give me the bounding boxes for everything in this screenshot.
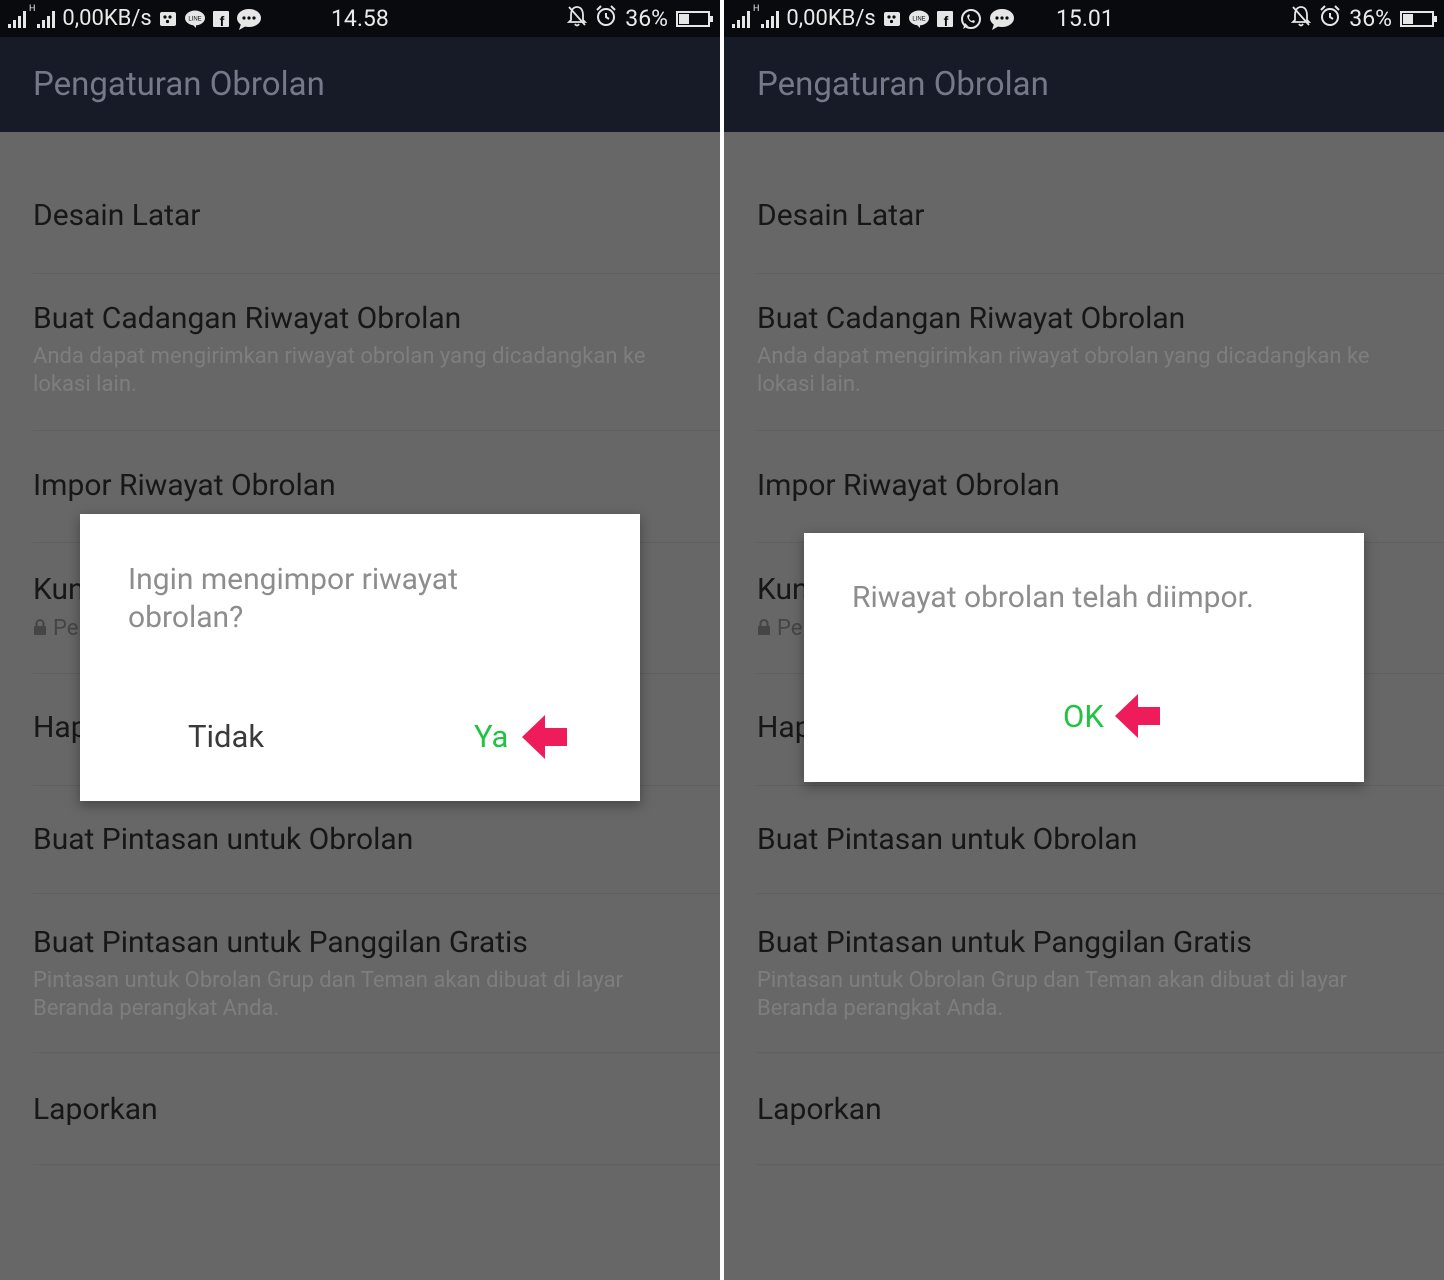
clock: 15.01 (1056, 5, 1114, 32)
battery-percent: 36% (1349, 5, 1392, 32)
svg-text:f: f (219, 13, 224, 27)
divider (757, 893, 1444, 894)
list-item-background-design[interactable]: Desain Latar (33, 198, 720, 234)
line-icon: LINE (908, 10, 930, 28)
alarm-icon (1319, 4, 1341, 33)
bell-off-icon (567, 5, 588, 33)
signal-icon-2 (37, 10, 56, 28)
import-success-dialog: Riwayat obrolan telah diimpor. OK (804, 533, 1364, 782)
battery-percent: 36% (625, 5, 668, 32)
list-item-report[interactable]: Laporkan (757, 1092, 1444, 1128)
list-item-import-chat-history[interactable]: Impor Riwayat Obrolan (757, 468, 1444, 504)
list-item-description: Pintasan untuk Obrolan Grup dan Teman ak… (33, 968, 623, 1021)
divider (33, 1164, 720, 1165)
pointer-arrow-icon (1115, 694, 1160, 738)
app-bar-title: Pengaturan Obrolan (724, 37, 1444, 132)
list-item-title: Buat Pintasan untuk Obrolan (33, 822, 414, 857)
list-item-title: Impor Riwayat Obrolan (33, 468, 336, 503)
list-item-title: Laporkan (33, 1092, 158, 1127)
screen-right: H 0,00KB/s LINE f 15.01 36% Pengaturan O… (724, 0, 1444, 1280)
lock-icon (757, 616, 771, 641)
pointer-arrow-icon (522, 715, 567, 759)
facebook-icon: f (936, 10, 953, 27)
import-confirm-dialog: Ingin mengimpor riwayat obrolan? Tidak Y… (80, 514, 640, 801)
chat-bubble-icon (989, 8, 1015, 30)
lock-icon (33, 616, 47, 641)
list-item-title: Buat Cadangan Riwayat Obrolan (757, 301, 1186, 336)
chat-bubble-icon (236, 8, 262, 30)
status-bar: H 0,00KB/s LINE f 14.58 36% (0, 0, 720, 37)
net-speed: 0,00KB/s (62, 6, 152, 31)
list-item-report[interactable]: Laporkan (33, 1092, 720, 1128)
app-bar-title: Pengaturan Obrolan (0, 37, 720, 132)
battery-icon (1400, 10, 1437, 27)
divider (33, 893, 720, 894)
list-item-import-chat-history[interactable]: Impor Riwayat Obrolan (33, 468, 720, 504)
list-item-title: Buat Pintasan untuk Panggilan Gratis (757, 925, 1252, 960)
list-item-background-design[interactable]: Desain Latar (757, 198, 1444, 234)
line-icon: LINE (184, 10, 206, 28)
bbm-icon (159, 11, 177, 27)
divider (757, 785, 1444, 786)
net-speed: 0,00KB/s (786, 6, 876, 31)
bbm-icon (883, 11, 901, 27)
list-item-title: Impor Riwayat Obrolan (757, 468, 1060, 503)
lock-row: Pe (757, 616, 802, 641)
divider (757, 430, 1444, 431)
hspa-indicator-icon: H (29, 4, 36, 14)
svg-text:LINE: LINE (188, 16, 201, 22)
list-item-title: Buat Pintasan untuk Panggilan Gratis (33, 925, 528, 960)
list-item-free-call-shortcut[interactable]: Buat Pintasan untuk Panggilan Gratis Pin… (33, 925, 720, 1023)
divider (33, 430, 720, 431)
list-item-title: Buat Pintasan untuk Obrolan (757, 822, 1138, 857)
list-item-title: Buat Cadangan Riwayat Obrolan (33, 301, 462, 336)
alarm-icon (595, 4, 617, 33)
list-item-description: Anda dapat mengirimkan riwayat obrolan y… (757, 344, 1370, 397)
list-item-description: Pintasan untuk Obrolan Grup dan Teman ak… (757, 968, 1347, 1021)
screen-left: H 0,00KB/s LINE f 14.58 36% Pengaturan O… (0, 0, 720, 1280)
svg-text:f: f (943, 13, 948, 27)
list-item-description: Anda dapat mengirimkan riwayat obrolan y… (33, 344, 646, 397)
facebook-icon: f (212, 10, 229, 27)
list-item-chat-shortcut[interactable]: Buat Pintasan untuk Obrolan (757, 822, 1444, 858)
divider (757, 273, 1444, 274)
dialog-no-button[interactable]: Tidak (188, 717, 264, 757)
signal-icon (732, 10, 750, 28)
list-item-title: Desain Latar (757, 198, 925, 233)
whatsapp-icon (960, 8, 982, 30)
lock-row-text: Pe (777, 616, 803, 641)
divider (33, 1052, 720, 1053)
clock: 14.58 (331, 5, 389, 32)
divider (757, 1164, 1444, 1165)
status-bar: H 0,00KB/s LINE f 15.01 36% (724, 0, 1444, 37)
list-item-title: Desain Latar (33, 198, 201, 233)
svg-text:LINE: LINE (912, 16, 925, 22)
signal-icon-2 (761, 10, 780, 28)
divider (33, 273, 720, 274)
dialog-yes-button[interactable]: Ya (474, 717, 508, 757)
list-item-chat-shortcut[interactable]: Buat Pintasan untuk Obrolan (33, 822, 720, 858)
hspa-indicator-icon: H (753, 4, 760, 14)
bell-off-icon (1291, 5, 1312, 33)
battery-icon (676, 10, 713, 27)
dialog-ok-button[interactable]: OK (1063, 697, 1104, 737)
signal-icon (8, 10, 26, 28)
list-item-backup-chat-history[interactable]: Buat Cadangan Riwayat Obrolan Anda dapat… (757, 301, 1444, 399)
divider (757, 1052, 1444, 1053)
dialog-message: Riwayat obrolan telah diimpor. (852, 580, 1254, 615)
lock-row: Pe (33, 616, 78, 641)
list-item-backup-chat-history[interactable]: Buat Cadangan Riwayat Obrolan Anda dapat… (33, 301, 720, 399)
lock-row-text: Pe (53, 616, 79, 641)
list-item-free-call-shortcut[interactable]: Buat Pintasan untuk Panggilan Gratis Pin… (757, 925, 1444, 1023)
dialog-message: Ingin mengimpor riwayat obrolan? (128, 562, 458, 635)
list-item-title: Laporkan (757, 1092, 882, 1127)
